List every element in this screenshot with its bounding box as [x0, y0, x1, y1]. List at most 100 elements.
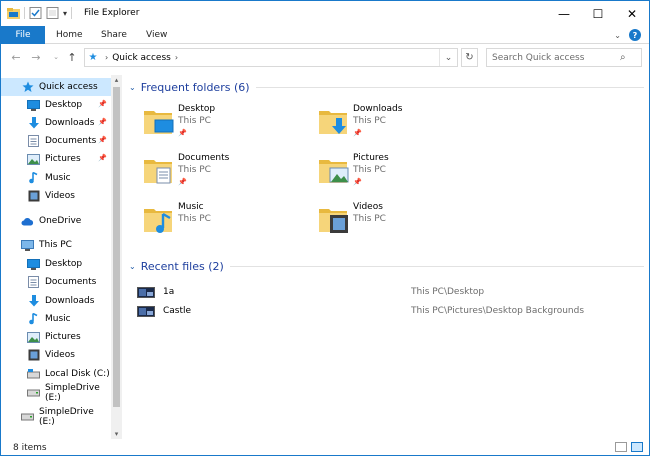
folder-location: This PC — [353, 214, 386, 224]
file-name: Castle — [163, 306, 192, 316]
nav-pane-scrollbar[interactable]: ▴ ▾ — [111, 75, 122, 439]
nav-item-videos[interactable]: Videos — [1, 187, 111, 205]
collapse-chevron-icon[interactable]: ⌄ — [129, 83, 136, 92]
nav-item-label: Local Disk (C:) — [45, 369, 110, 379]
nav-item-label: SimpleDrive (E:) — [39, 407, 94, 427]
nav-item-downloads[interactable]: Downloads 📌 — [1, 114, 111, 132]
nav-item-this-pc[interactable]: This PC — [1, 236, 111, 254]
address-bar[interactable]: ★ › Quick access › ⌄ — [84, 48, 458, 67]
nav-item-videos[interactable]: Videos — [1, 346, 111, 364]
search-box[interactable]: ⌕ — [486, 48, 642, 67]
search-icon[interactable]: ⌕ — [620, 52, 626, 63]
folder-tile-documents[interactable]: Documents This PC 📌 — [143, 153, 313, 193]
back-arrow-icon[interactable]: ← — [9, 49, 23, 65]
nav-item-pictures[interactable]: Pictures — [1, 328, 111, 346]
nav-item-label: Music — [45, 173, 71, 183]
nav-item-label: Videos — [45, 350, 75, 360]
folder-name: Documents — [178, 153, 230, 163]
file-row[interactable]: Castle This PC\Pictures\Desktop Backgroun… — [137, 303, 637, 319]
nav-item-music[interactable]: Music — [1, 310, 111, 328]
nav-item-onedrive[interactable]: OneDrive — [1, 212, 111, 230]
scroll-up-arrow-icon[interactable]: ▴ — [111, 75, 122, 85]
divider — [229, 265, 644, 267]
folder-tile-desktop[interactable]: Desktop This PC 📌 — [143, 104, 313, 144]
title-bar: ▾ File Explorer — ☐ ✕ — [1, 1, 649, 26]
frequent-folders-title: Frequent folders (6) — [140, 80, 250, 94]
folder-icon — [319, 209, 348, 233]
nav-item-simpledrive-e[interactable]: SimpleDrive (E:) — [1, 407, 111, 427]
nav-item-downloads[interactable]: Downloads — [1, 292, 111, 310]
documents-icon — [27, 135, 40, 147]
nav-item-simpledrive-e[interactable]: SimpleDrive (E:) — [1, 383, 111, 403]
nav-item-label: OneDrive — [39, 216, 82, 226]
local-disk-icon — [27, 368, 40, 380]
nav-item-documents[interactable]: Documents 📌 — [1, 132, 111, 150]
scrollbar-thumb[interactable] — [113, 87, 120, 407]
nav-item-label: Desktop — [45, 259, 83, 269]
tab-view[interactable]: View — [146, 26, 167, 44]
collapse-chevron-icon[interactable]: ⌄ — [129, 262, 136, 271]
nav-item-local-disk-c[interactable]: Local Disk (C:) — [1, 365, 111, 383]
item-count: 8 items — [13, 442, 47, 453]
properties-icon[interactable] — [29, 7, 42, 19]
videos-icon — [27, 190, 40, 202]
frequent-folders-header[interactable]: ⌄ Frequent folders (6) — [129, 79, 644, 95]
close-button[interactable]: ✕ — [615, 1, 649, 26]
help-icon[interactable]: ? — [629, 29, 641, 41]
pin-icon: 📌 — [178, 178, 187, 186]
file-path: This PC\Desktop — [411, 287, 485, 297]
nav-item-music[interactable]: Music — [1, 169, 111, 187]
folder-icon — [144, 160, 172, 184]
divider — [255, 86, 644, 88]
toolbar-separator — [71, 7, 73, 19]
nav-item-label: Videos — [45, 191, 75, 201]
documents-icon — [27, 276, 40, 288]
nav-item-desktop[interactable]: Desktop 📌 — [1, 96, 111, 114]
large-icons-view-icon[interactable] — [631, 442, 643, 452]
quick-access-star-icon: ★ — [88, 52, 98, 63]
folder-app-icon — [7, 8, 20, 19]
folder-tile-downloads[interactable]: Downloads This PC 📌 — [318, 104, 488, 144]
pin-icon: 📌 — [353, 178, 362, 186]
breadcrumb-chevron-icon[interactable]: › — [175, 53, 178, 62]
up-arrow-icon[interactable]: ↑ — [65, 49, 79, 65]
nav-item-label: Documents — [45, 136, 97, 146]
maximize-button[interactable]: ☐ — [581, 1, 615, 26]
search-input[interactable] — [492, 52, 620, 63]
nav-item-desktop[interactable]: Desktop — [1, 255, 111, 273]
tab-share[interactable]: Share — [101, 26, 127, 44]
tab-home[interactable]: Home — [56, 26, 83, 44]
desktop-icon — [27, 258, 40, 270]
folder-tile-videos[interactable]: Videos This PC — [318, 202, 488, 242]
refresh-icon[interactable]: ↻ — [461, 48, 478, 67]
nav-item-pictures[interactable]: Pictures 📌 — [1, 150, 111, 168]
details-view-icon[interactable] — [615, 442, 627, 452]
recent-files-header[interactable]: ⌄ Recent files (2) — [129, 258, 644, 274]
drive-icon — [27, 387, 40, 399]
forward-arrow-icon[interactable]: → — [29, 49, 43, 65]
folder-tile-pictures[interactable]: Pictures This PC 📌 — [318, 153, 488, 193]
tab-file[interactable]: File — [1, 26, 45, 44]
folder-tile-music[interactable]: Music This PC — [143, 202, 313, 242]
nav-item-label: Downloads — [45, 118, 95, 128]
pictures-icon — [27, 153, 40, 165]
breadcrumb-chevron-icon[interactable]: › — [105, 53, 108, 62]
pictures-icon — [27, 331, 40, 343]
breadcrumb[interactable]: Quick access — [112, 53, 171, 63]
address-dropdown-chevron-icon[interactable]: ⌄ — [439, 49, 457, 66]
nav-item-quick-access[interactable]: Quick access — [1, 78, 111, 96]
recent-locations-chevron-icon[interactable]: ⌄ — [49, 49, 63, 65]
file-row[interactable]: 1a This PC\Desktop — [137, 284, 637, 300]
expand-ribbon-chevron-icon[interactable]: ⌄ — [614, 31, 621, 40]
drive-icon — [21, 411, 34, 423]
nav-item-label: Downloads — [45, 296, 95, 306]
customize-toolbar-chevron-icon[interactable]: ▾ — [63, 9, 67, 18]
music-icon — [27, 313, 40, 325]
minimize-button[interactable]: — — [547, 1, 581, 26]
scroll-down-arrow-icon[interactable]: ▾ — [111, 429, 122, 439]
nav-item-label: Pictures — [45, 154, 81, 164]
folder-location: This PC — [178, 165, 211, 175]
new-folder-icon[interactable] — [46, 7, 59, 19]
nav-item-documents[interactable]: Documents — [1, 273, 111, 291]
pin-icon: 📌 — [98, 118, 107, 126]
